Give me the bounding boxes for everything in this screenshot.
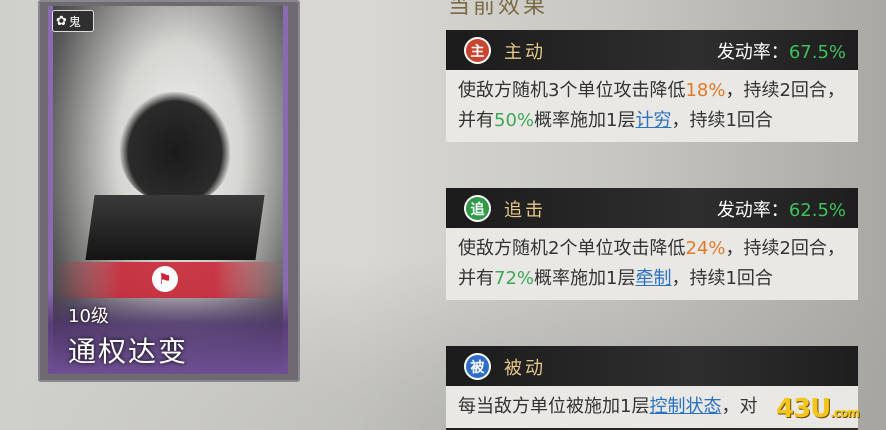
trigger-rate-value: 67.5% [788, 42, 846, 63]
trigger-rate-label: 发动率： [716, 200, 789, 221]
effect-active: 主 主动 发动率：67.5% 使敌方随机3个单位攻击降低18%，持续2回合，并有… [446, 30, 858, 142]
trigger-rate: 发动率：62.5% [717, 196, 846, 222]
desc-value: 24% [685, 238, 726, 259]
desc-chance: 72% [494, 268, 535, 289]
passive-type-icon: 被 [464, 353, 491, 380]
trigger-rate-value: 62.5% [788, 200, 846, 221]
desc-chance: 50% [494, 110, 535, 131]
desc-text: 使敌方随机3个单位攻击降低 [458, 80, 686, 101]
card-type-badge: ✿ 鬼 [52, 10, 94, 32]
desc-value: 18% [685, 80, 726, 101]
pursuit-type-icon: 追 [464, 195, 491, 222]
desc-text: 概率施加1层 [534, 268, 636, 289]
pedestal-art [85, 195, 265, 260]
watermark-main: 43U [776, 394, 831, 424]
effect-description: 使敌方随机3个单位攻击降低18%，持续2回合，并有50%概率施加1层计穷，持续1… [446, 70, 858, 142]
status-link[interactable]: 牵制 [635, 268, 671, 289]
desc-text: 概率施加1层 [534, 110, 636, 131]
status-link[interactable]: 计穷 [635, 110, 671, 131]
beast-statue-art [120, 92, 230, 202]
effect-type-label: 主动 [504, 42, 546, 63]
desc-text: ，持续1回合 [671, 110, 773, 131]
active-type-icon: 主 [464, 37, 491, 64]
desc-text: ，对 [721, 396, 758, 417]
effect-header: 追 追击 发动率：62.5% [446, 188, 858, 228]
watermark-suffix: .com [830, 406, 859, 420]
banner-icon: ⚑ [152, 266, 178, 292]
trigger-rate: 发动率：67.5% [717, 38, 846, 64]
effect-type-label: 被动 [504, 358, 546, 379]
card-type-label: 鬼 [68, 14, 81, 29]
effect-description: 使敌方随机2个单位攻击降低24%，持续2回合，并有72%概率施加1层牵制，持续1… [446, 228, 858, 300]
desc-text: 使敌方随机2个单位攻击降低 [458, 238, 686, 259]
card-level: 10级 [68, 306, 109, 327]
desc-text: ，持续1回合 [671, 268, 773, 289]
status-link[interactable]: 控制状态 [649, 396, 721, 417]
site-watermark-logo: 43U.com [776, 394, 860, 424]
flower-icon: ✿ [56, 13, 67, 29]
card-name: 通权达变 [68, 335, 189, 368]
effect-header: 主 主动 发动率：67.5% [446, 30, 858, 70]
effect-type-label: 追击 [504, 200, 546, 221]
effect-pursuit: 追 追击 发动率：62.5% 使敌方随机2个单位攻击降低24%，持续2回合，并有… [446, 188, 858, 300]
effect-header: 被 被动 [446, 346, 858, 386]
trigger-rate-label: 发动率： [716, 42, 789, 63]
desc-text: 每当敌方单位被施加1层 [458, 396, 650, 417]
section-title: 当前效果 [448, 0, 549, 19]
